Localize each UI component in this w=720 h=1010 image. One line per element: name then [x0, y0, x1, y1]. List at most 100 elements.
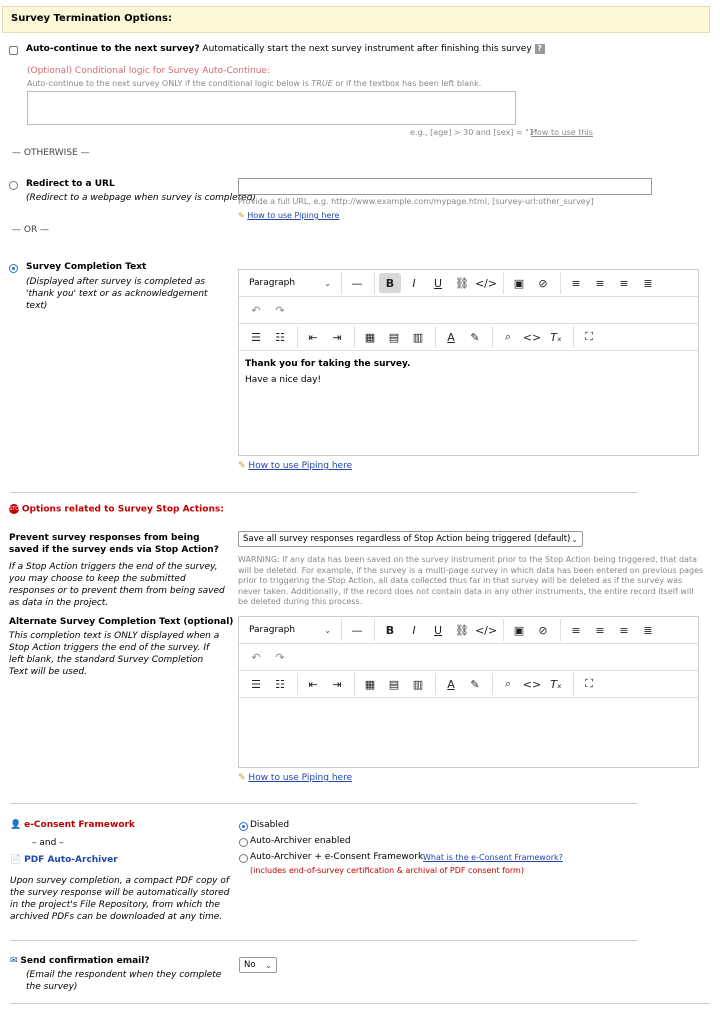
link-icon[interactable]: ⛓ — [451, 620, 473, 640]
align-right-icon[interactable]: ≡ — [613, 273, 635, 293]
code-icon[interactable]: </> — [475, 620, 497, 640]
horizontal-line-icon[interactable]: — — [346, 273, 368, 293]
attachment-icon[interactable]: ⊘ — [532, 620, 554, 640]
auto-archiver-econsent-radio[interactable] — [239, 854, 248, 863]
indent-icon[interactable]: ⇥ — [326, 674, 348, 694]
outdent-icon[interactable]: ⇤ — [302, 674, 324, 694]
econsent-title: e-Consent Framework — [24, 820, 135, 830]
redirect-url-input[interactable] — [238, 178, 652, 195]
align-justify-icon[interactable]: ≣ — [637, 273, 659, 293]
editor-toolbar-row-3: ☰ ☷ ⇤ ⇥ ▦ ▤ ▥ A ✎ ⌕ <> Tₓ ⛶ — [239, 671, 698, 698]
italic-icon[interactable]: I — [403, 273, 425, 293]
undo-icon[interactable]: ↶ — [245, 300, 267, 320]
toolbar-separator — [503, 272, 504, 294]
block-format-select[interactable]: Paragraph ⌄ — [245, 620, 337, 640]
align-left-icon[interactable]: ≡ — [565, 273, 587, 293]
alt-piping-link[interactable]: How to use Piping here — [248, 773, 352, 783]
search-icon[interactable]: ⌕ — [497, 327, 519, 347]
econsent-header: 👤 e-Consent Framework — [10, 820, 135, 830]
numbered-list-icon[interactable]: ☷ — [269, 327, 291, 347]
highlight-icon[interactable]: ✎ — [464, 327, 486, 347]
envelope-icon: ✉ — [10, 956, 18, 966]
redo-icon[interactable]: ↷ — [269, 647, 291, 667]
confirm-header: ✉ Send confirmation email? — [10, 956, 150, 966]
stop-action-select-value: Save all survey responses regardless of … — [243, 534, 571, 544]
alt-completion-editor[interactable]: Paragraph ⌄ — B I U ⛓ </> ▣ ⊘ ≡ ≡ ≡ ≣ ↶ ↷… — [238, 616, 699, 768]
stop-warning: WARNING: If any data has been saved on t… — [238, 555, 704, 606]
or-label: — OR — — [12, 225, 50, 235]
clear-format-icon[interactable]: Tₓ — [545, 327, 567, 347]
bold-icon[interactable]: B — [379, 620, 401, 640]
source-code-icon[interactable]: <> — [521, 674, 543, 694]
auto-continue-desc: Automatically start the next survey inst… — [202, 44, 532, 54]
table-icon[interactable]: ▦ — [359, 327, 381, 347]
image-icon[interactable]: ▣ — [508, 273, 530, 293]
outdent-icon[interactable]: ⇤ — [302, 327, 324, 347]
align-center-icon[interactable]: ≡ — [589, 273, 611, 293]
completion-piping-link[interactable]: How to use Piping here — [248, 461, 352, 471]
toolbar-separator — [503, 619, 504, 641]
conditional-logic-textarea[interactable] — [27, 91, 516, 125]
editor-line-2: Have a nice day! — [245, 375, 322, 385]
stop-action-select[interactable]: Save all survey responses regardless of … — [238, 531, 583, 547]
confirm-select[interactable]: No ⌄ — [239, 957, 277, 973]
chevron-down-icon: ⌄ — [265, 960, 272, 970]
help-icon[interactable]: ? — [534, 44, 545, 54]
text-color-icon[interactable]: A — [440, 674, 462, 694]
completion-text-radio[interactable] — [9, 264, 18, 273]
highlight-icon[interactable]: ✎ — [464, 674, 486, 694]
indent-icon[interactable]: ⇥ — [326, 327, 348, 347]
underline-icon[interactable]: U — [427, 620, 449, 640]
fullscreen-icon[interactable]: ⛶ — [578, 327, 600, 347]
bold-icon[interactable]: B — [379, 273, 401, 293]
toolbar-separator — [435, 326, 436, 348]
undo-icon[interactable]: ↶ — [245, 647, 267, 667]
horizontal-line-icon[interactable]: — — [346, 620, 368, 640]
code-icon[interactable]: </> — [475, 273, 497, 293]
table-props-icon[interactable]: ▤ — [383, 327, 405, 347]
numbered-list-icon[interactable]: ☷ — [269, 674, 291, 694]
redirect-piping-row[interactable]: ✎ How to use Piping here — [238, 211, 339, 220]
text-color-icon[interactable]: A — [440, 327, 462, 347]
align-center-icon[interactable]: ≡ — [589, 620, 611, 640]
block-format-select[interactable]: Paragraph ⌄ — [245, 273, 337, 293]
image-icon[interactable]: ▣ — [508, 620, 530, 640]
table-cell-icon[interactable]: ▥ — [407, 674, 429, 694]
table-icon[interactable]: ▦ — [359, 674, 381, 694]
econsent-disabled-radio[interactable] — [239, 822, 248, 831]
editor-content[interactable] — [239, 698, 698, 768]
align-right-icon[interactable]: ≡ — [613, 620, 635, 640]
editor-content[interactable]: Thank you for taking the survey. Have a … — [239, 351, 698, 393]
underline-icon[interactable]: U — [427, 273, 449, 293]
how-to-use-link[interactable]: How to use this — [531, 128, 593, 137]
italic-icon[interactable]: I — [403, 620, 425, 640]
redo-icon[interactable]: ↷ — [269, 300, 291, 320]
bullet-list-icon[interactable]: ☰ — [245, 674, 267, 694]
search-icon[interactable]: ⌕ — [497, 674, 519, 694]
link-icon[interactable]: ⛓ — [451, 273, 473, 293]
fullscreen-icon[interactable]: ⛶ — [578, 674, 600, 694]
source-code-icon[interactable]: <> — [521, 327, 543, 347]
align-justify-icon[interactable]: ≣ — [637, 620, 659, 640]
pdf-archiver-desc: Upon survey completion, a compact PDF co… — [10, 876, 230, 922]
econsent-what-link[interactable]: What is the e-Consent Framework? — [423, 853, 563, 862]
table-props-icon[interactable]: ▤ — [383, 674, 405, 694]
auto-continue-checkbox[interactable] — [9, 46, 18, 55]
table-cell-icon[interactable]: ▥ — [407, 327, 429, 347]
redirect-radio[interactable] — [9, 181, 18, 190]
redirect-piping-link[interactable]: How to use Piping here — [247, 211, 339, 220]
clear-format-icon[interactable]: Tₓ — [545, 674, 567, 694]
toolbar-separator — [560, 272, 561, 294]
completion-piping-row[interactable]: ✎ How to use Piping here — [238, 461, 352, 471]
toolbar-separator — [374, 619, 375, 641]
auto-archiver-radio[interactable] — [239, 838, 248, 847]
editor-toolbar-row-1: Paragraph ⌄ — B I U ⛓ </> ▣ ⊘ ≡ ≡ ≡ ≣ — [239, 270, 698, 297]
alt-piping-row[interactable]: ✎ How to use Piping here — [238, 773, 352, 783]
bullet-list-icon[interactable]: ☰ — [245, 327, 267, 347]
completion-text-editor[interactable]: Paragraph ⌄ — B I U ⛓ </> ▣ ⊘ ≡ ≡ ≡ ≣ ↶ ↷… — [238, 269, 699, 456]
toolbar-separator — [374, 272, 375, 294]
toolbar-separator — [435, 673, 436, 695]
align-left-icon[interactable]: ≡ — [565, 620, 587, 640]
editor-toolbar-row-2: ↶ ↷ — [239, 297, 698, 324]
attachment-icon[interactable]: ⊘ — [532, 273, 554, 293]
